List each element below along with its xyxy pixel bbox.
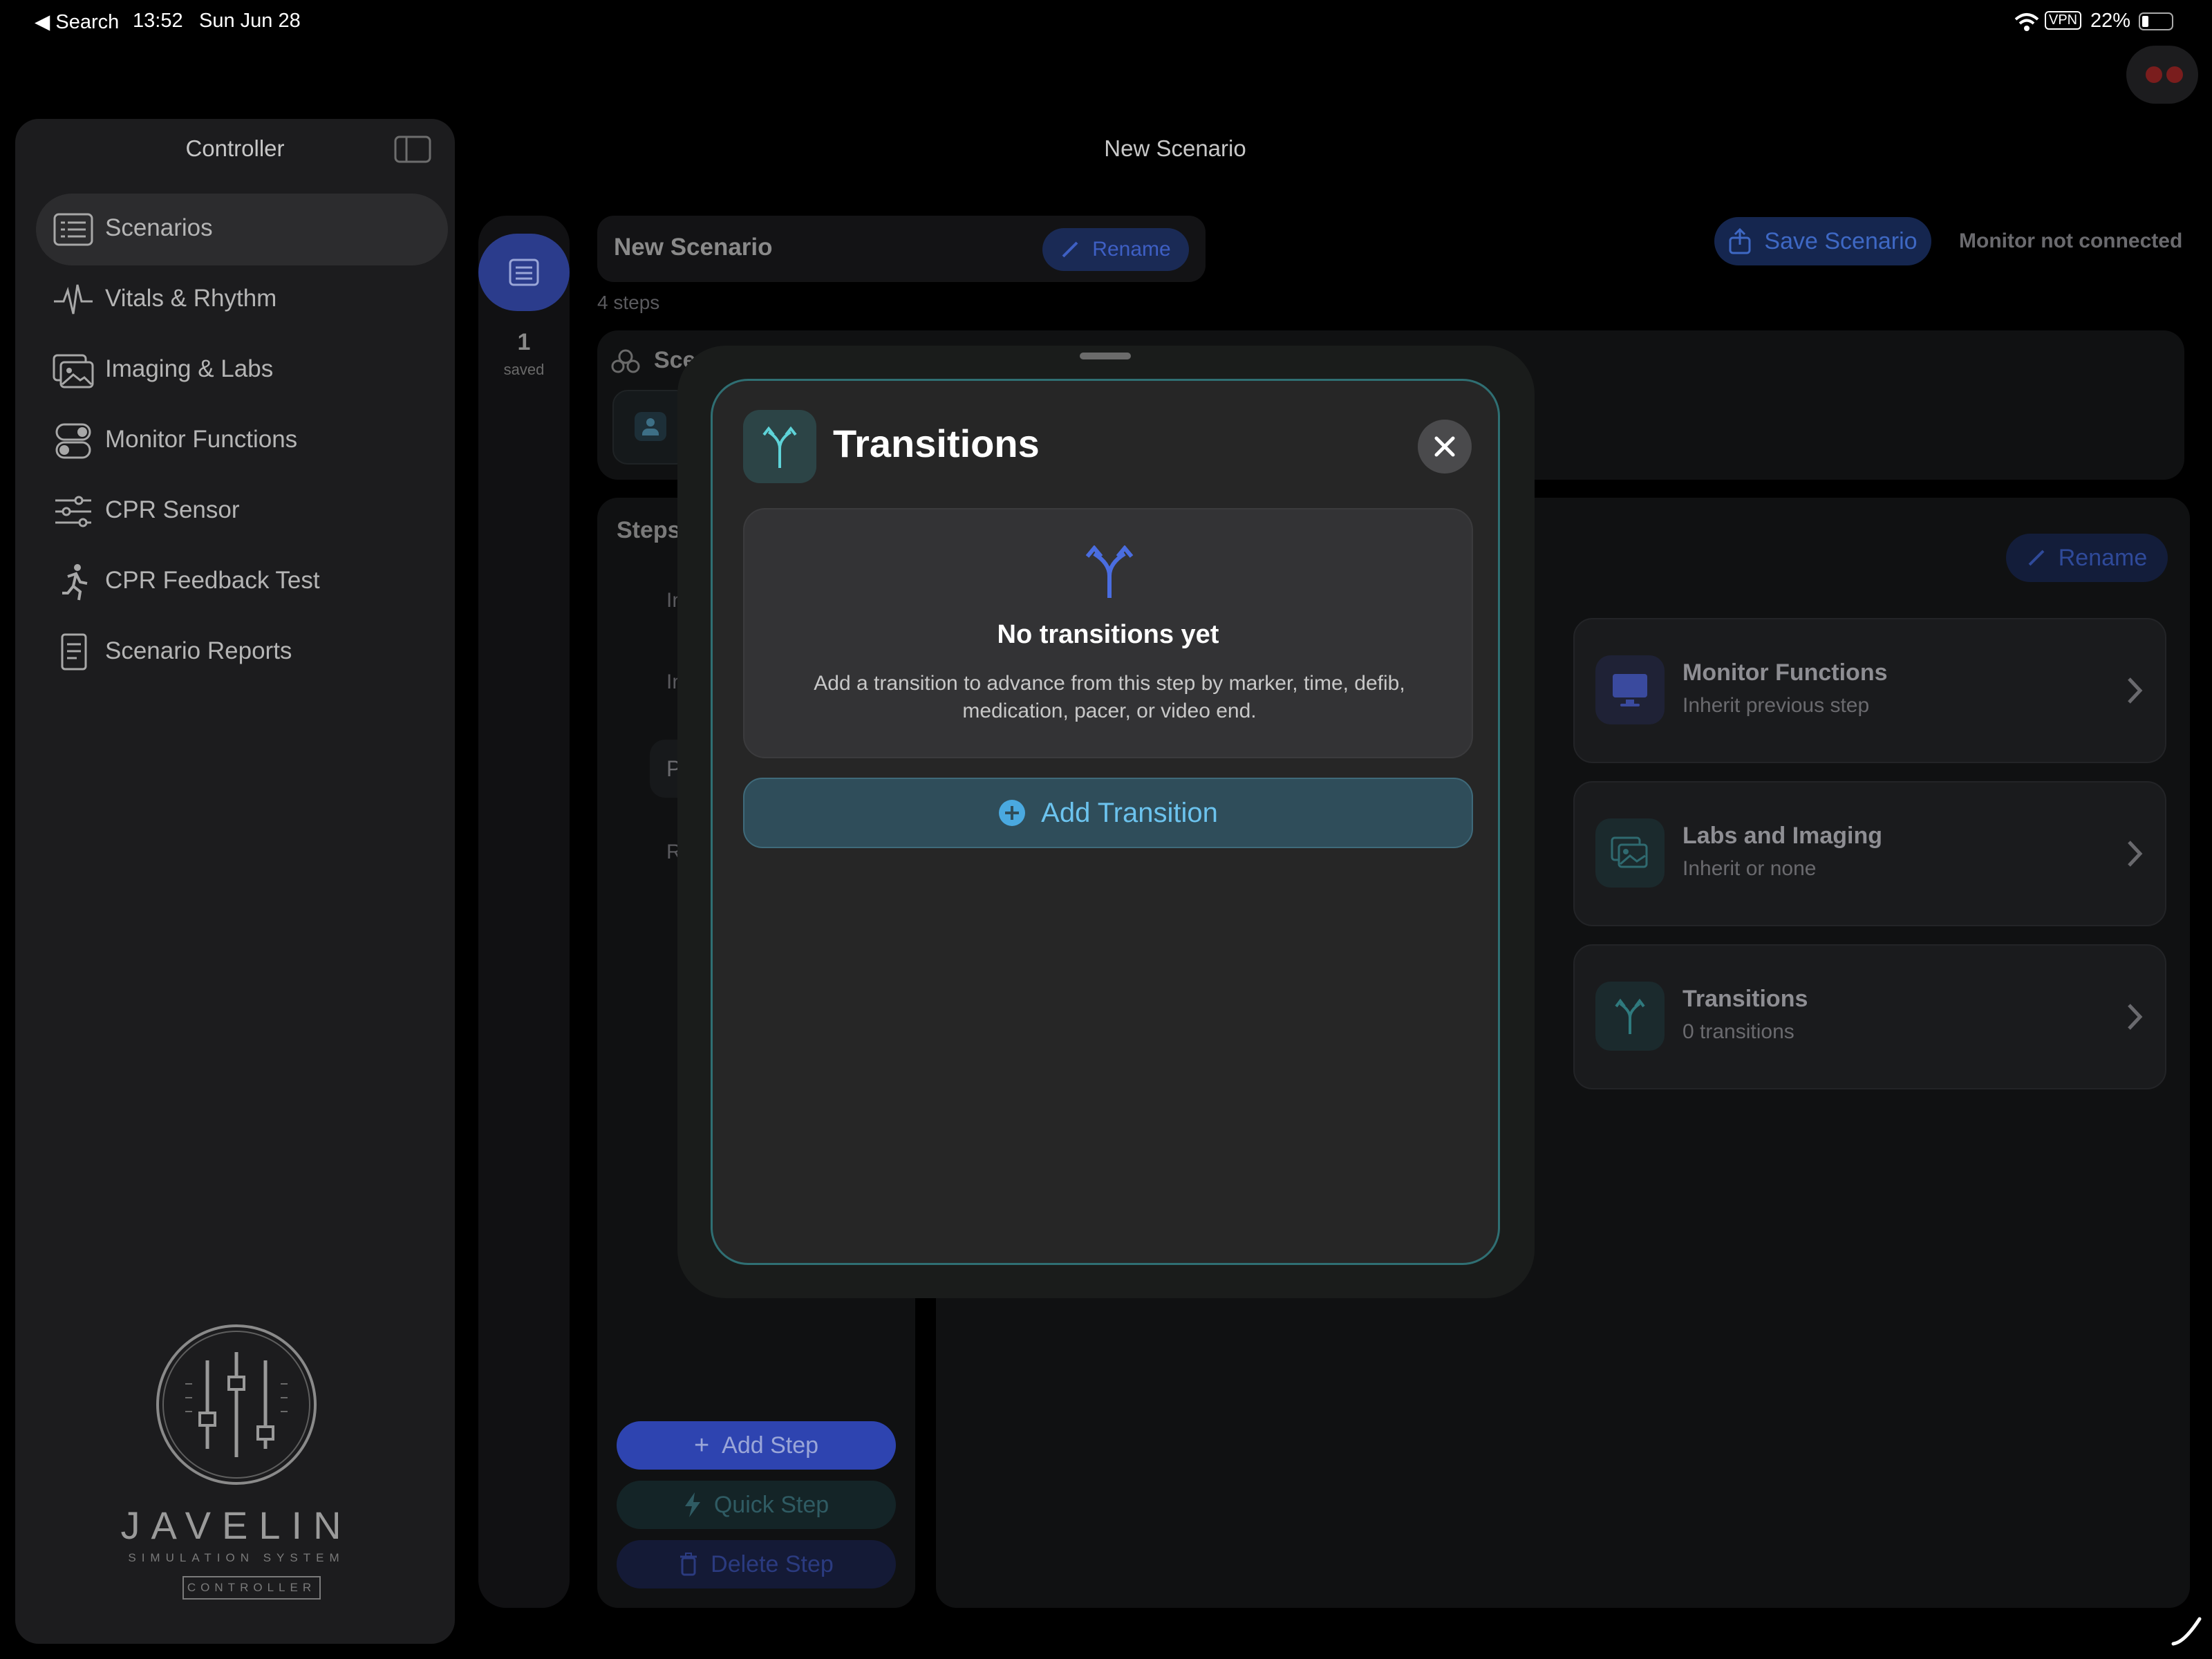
close-button[interactable] bbox=[1418, 420, 1472, 474]
sidebar-toggle-icon[interactable] bbox=[394, 135, 431, 163]
pencil-icon bbox=[2028, 550, 2045, 566]
sidebar-item-label: Scenarios bbox=[105, 214, 213, 241]
plus-icon: + bbox=[693, 1430, 710, 1460]
status-time: 13:52 bbox=[133, 10, 183, 32]
rename-step-button[interactable]: Rename bbox=[2006, 534, 2168, 582]
add-transition-label: Add Transition bbox=[1041, 797, 1218, 828]
sidebar-item-label: Imaging & Labs bbox=[105, 355, 274, 382]
steps-count: 4 steps bbox=[597, 292, 660, 313]
logo-wordmark: JAVELIN bbox=[120, 1503, 353, 1547]
vpn-badge: VPN bbox=[2045, 11, 2082, 30]
card-transitions[interactable]: Transitions 0 transitions bbox=[1573, 944, 2166, 1089]
recording-indicator[interactable] bbox=[2126, 46, 2198, 104]
photos-icon bbox=[53, 354, 94, 388]
scenario-name-bar: New Scenario Rename bbox=[597, 216, 1206, 282]
saved-rail: 1 saved bbox=[478, 216, 570, 1608]
plus-circle-icon bbox=[999, 800, 1026, 826]
sidebar-item-cpr-sensor[interactable]: CPR Sensor bbox=[36, 476, 448, 547]
add-step-label: Add Step bbox=[722, 1432, 819, 1459]
monitor-icon bbox=[1595, 655, 1665, 724]
rename-step-label: Rename bbox=[2058, 544, 2148, 571]
branch-icon bbox=[1085, 545, 1134, 598]
corner-gesture-icon[interactable] bbox=[2171, 1615, 2202, 1647]
card-labs-imaging[interactable]: Labs and Imaging Inherit or none bbox=[1573, 781, 2166, 926]
branch-icon bbox=[743, 410, 816, 483]
chevron-right-icon bbox=[2128, 677, 2143, 704]
back-to-search-link[interactable]: ◀ Search bbox=[35, 10, 119, 34]
save-scenario-button[interactable]: Save Scenario bbox=[1714, 217, 1931, 265]
battery-percent: 22% bbox=[2090, 10, 2131, 32]
list-icon bbox=[53, 213, 93, 246]
sidebar-item-label: CPR Feedback Test bbox=[105, 567, 320, 594]
add-step-button[interactable]: + Add Step bbox=[617, 1421, 896, 1470]
sidebar: Controller Scenarios Vitals & Rhythm Ima… bbox=[15, 119, 455, 1644]
rename-scenario-button[interactable]: Rename bbox=[1042, 228, 1189, 271]
chevron-right-icon bbox=[2128, 1004, 2143, 1030]
quick-step-label: Quick Step bbox=[713, 1491, 830, 1518]
sidebar-item-vitals-rhythm[interactable]: Vitals & Rhythm bbox=[36, 264, 448, 336]
people-icon bbox=[611, 349, 640, 373]
empty-state-title: No transitions yet bbox=[997, 620, 1219, 649]
saved-count: 1 bbox=[517, 329, 531, 355]
status-bar: ◀ Search 13:52 Sun Jun 28 VPN 22% bbox=[0, 0, 2212, 44]
rename-label: Rename bbox=[1092, 238, 1171, 261]
close-icon bbox=[1434, 436, 1455, 457]
logo-subtitle: SIMULATION SYSTEM bbox=[128, 1551, 345, 1564]
sidebar-item-scenarios[interactable]: Scenarios bbox=[36, 194, 448, 265]
sidebar-item-label: Scenario Reports bbox=[105, 637, 292, 664]
sheet-grabber[interactable] bbox=[1080, 353, 1131, 359]
sidebar-item-monitor-functions[interactable]: Monitor Functions bbox=[36, 405, 448, 477]
battery-icon bbox=[2139, 12, 2173, 30]
sliders-icon bbox=[55, 496, 91, 527]
modal-title: Transitions bbox=[833, 422, 1040, 465]
save-scenario-label: Save Scenario bbox=[1764, 227, 1918, 254]
branch-icon bbox=[1595, 982, 1665, 1051]
delete-step-label: Delete Step bbox=[711, 1550, 834, 1577]
photos-icon bbox=[1595, 818, 1665, 888]
logo-controller-badge: CONTROLLER bbox=[182, 1576, 321, 1600]
card-subtitle: 0 transitions bbox=[1683, 1020, 1794, 1043]
sidebar-item-label: CPR Sensor bbox=[105, 496, 240, 523]
quick-step-button[interactable]: Quick Step bbox=[617, 1481, 896, 1529]
saved-label: saved bbox=[503, 361, 545, 378]
sidebar-item-cpr-feedback-test[interactable]: CPR Feedback Test bbox=[36, 546, 448, 618]
card-subtitle: Inherit previous step bbox=[1683, 694, 1870, 717]
status-date: Sun Jun 28 bbox=[199, 10, 301, 32]
card-title: Labs and Imaging bbox=[1683, 823, 1883, 849]
sidebar-item-imaging-labs[interactable]: Imaging & Labs bbox=[36, 335, 448, 406]
transitions-modal: Transitions No transitions yet Add a tra… bbox=[711, 379, 1500, 1265]
bolt-icon bbox=[684, 1492, 700, 1517]
toggles-icon bbox=[55, 423, 91, 459]
waveform-icon bbox=[54, 284, 93, 315]
chevron-right-icon bbox=[2128, 841, 2143, 867]
sidebar-item-scenario-reports[interactable]: Scenario Reports bbox=[36, 617, 448, 688]
document-icon bbox=[61, 633, 87, 671]
wifi-icon bbox=[2014, 13, 2039, 31]
empty-state-description: Add a transition to advance from this st… bbox=[814, 672, 1405, 722]
page-title: New Scenario bbox=[1104, 135, 1246, 161]
monitor-status: Monitor not connected bbox=[1959, 229, 2183, 252]
empty-state-card: No transitions yet Add a transition to a… bbox=[743, 508, 1473, 758]
trash-icon bbox=[680, 1553, 697, 1576]
runner-icon bbox=[62, 564, 88, 601]
share-icon bbox=[1729, 228, 1751, 254]
person-icon bbox=[635, 412, 666, 441]
card-monitor-functions[interactable]: Monitor Functions Inherit previous step bbox=[1573, 618, 2166, 763]
card-title: Monitor Functions bbox=[1683, 659, 1888, 686]
list-icon bbox=[509, 259, 539, 286]
javelin-logo: JAVELIN SIMULATION SYSTEM CONTROLLER bbox=[112, 1322, 361, 1626]
scenario-list-button[interactable] bbox=[478, 234, 570, 311]
sidebar-item-label: Monitor Functions bbox=[105, 426, 298, 453]
scenario-name: New Scenario bbox=[614, 234, 773, 261]
card-title: Transitions bbox=[1683, 986, 1808, 1012]
delete-step-button[interactable]: Delete Step bbox=[617, 1540, 896, 1588]
card-subtitle: Inherit or none bbox=[1683, 857, 1817, 880]
sidebar-item-label: Vitals & Rhythm bbox=[105, 285, 277, 312]
add-transition-button[interactable]: Add Transition bbox=[743, 778, 1473, 848]
javelin-emblem-icon bbox=[156, 1324, 317, 1485]
pencil-icon bbox=[1062, 241, 1078, 258]
steps-title: Steps bbox=[617, 517, 681, 543]
sidebar-title: Controller bbox=[185, 135, 285, 161]
